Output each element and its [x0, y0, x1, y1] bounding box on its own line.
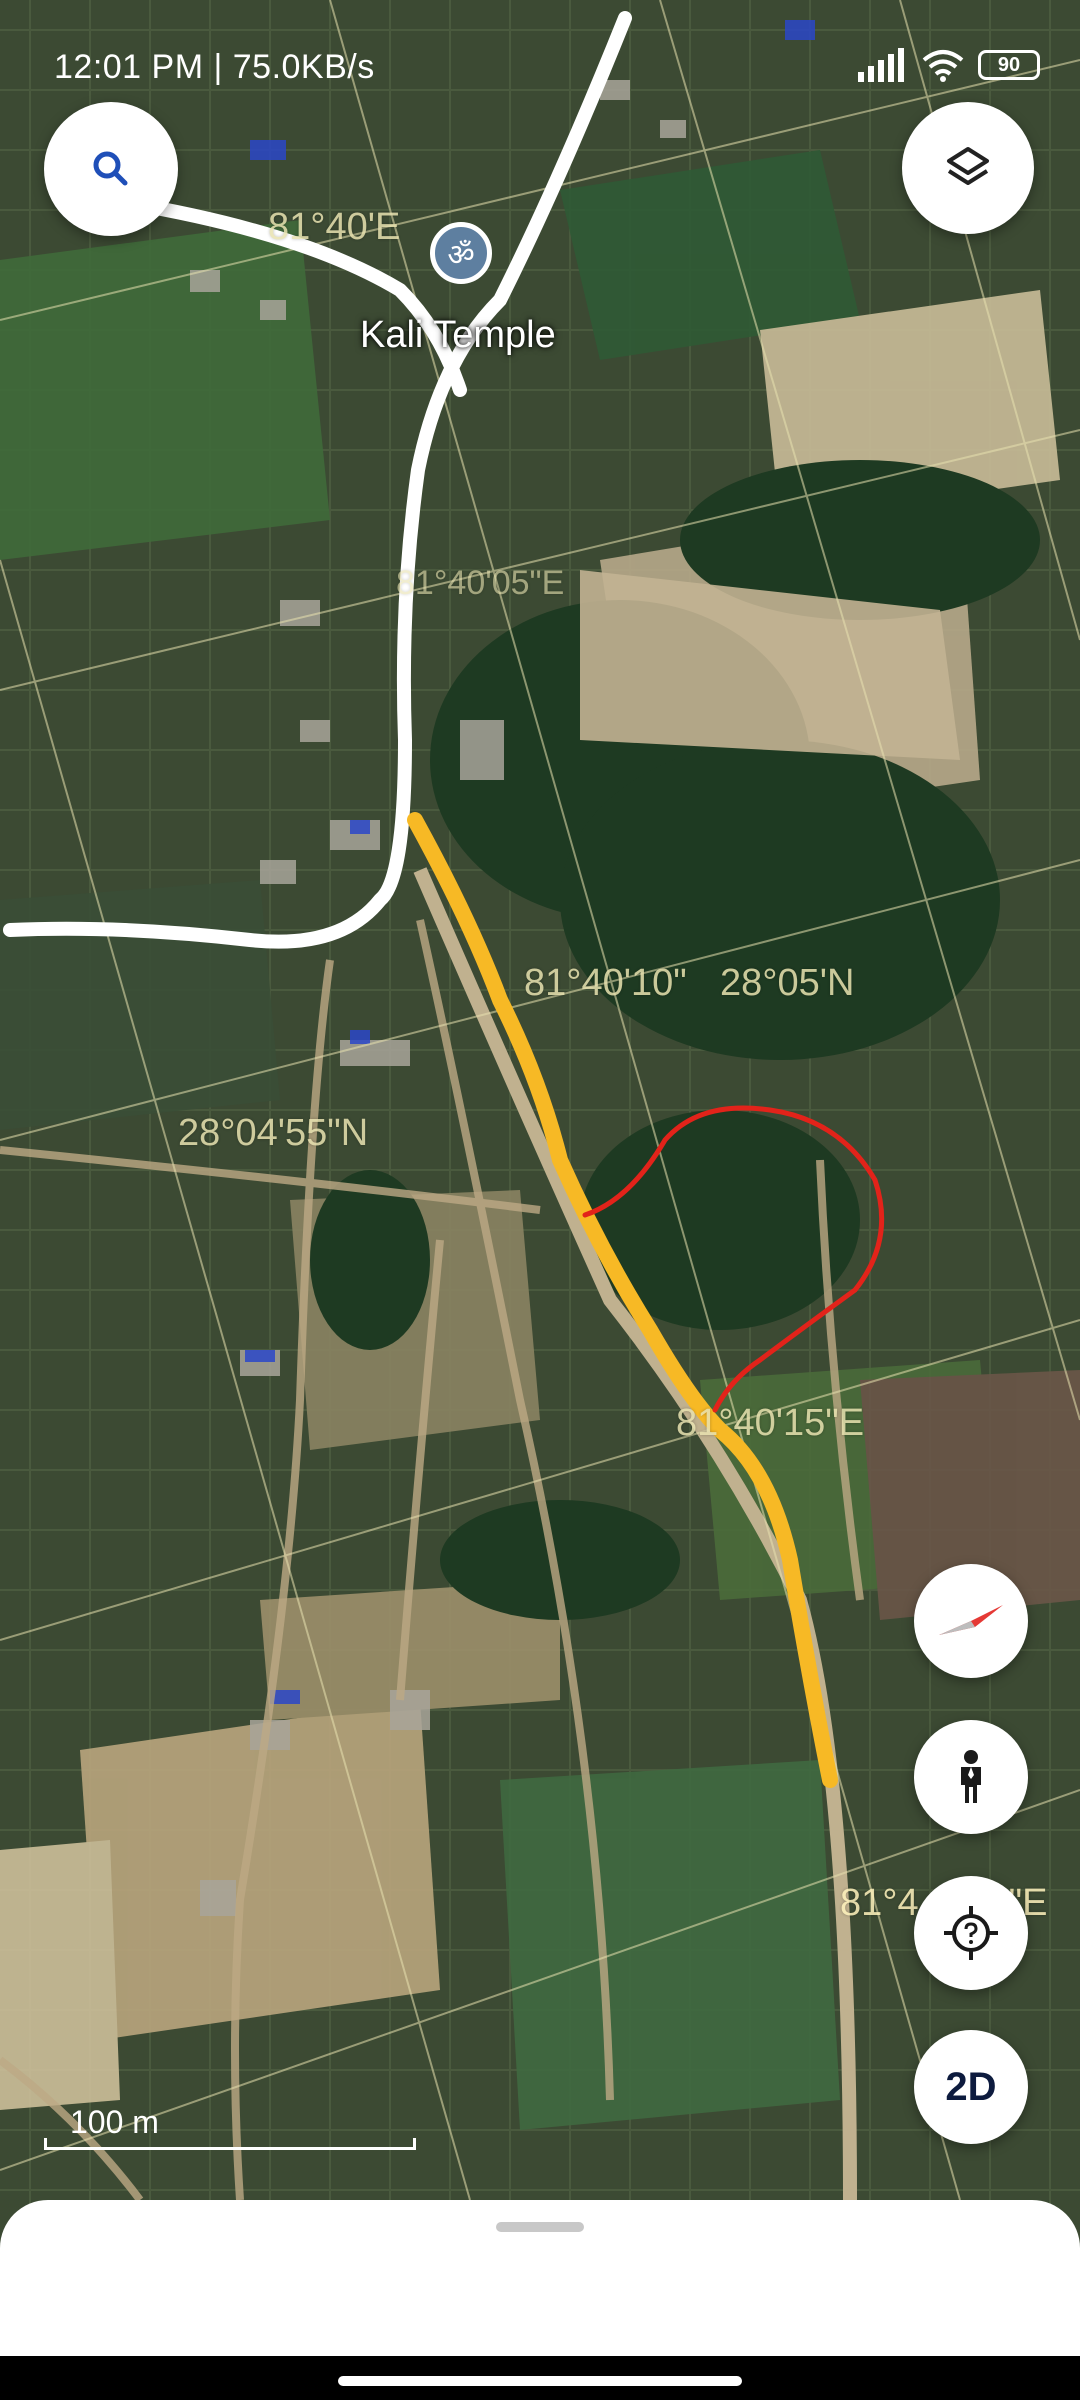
gps-locate-icon: [944, 1906, 998, 1960]
battery-indicator: 90: [978, 50, 1040, 80]
search-button[interactable]: [44, 102, 178, 236]
grid-label-lat-2: 28°04'55"N: [178, 1112, 369, 1154]
grid-label-lat-1: 28°05'N: [720, 962, 855, 1004]
poi-glyph: ॐ: [447, 238, 475, 272]
view-mode-2d-button[interactable]: 2D: [914, 2030, 1028, 2144]
compass-button[interactable]: [914, 1564, 1028, 1678]
home-gesture-pill[interactable]: [338, 2376, 742, 2386]
scale-label: 100 m: [70, 2104, 159, 2140]
status-bar: 12:01 PM | 75.0KB/s 90: [0, 0, 1080, 100]
wifi-icon: [922, 50, 964, 82]
person-icon: [961, 1750, 981, 1803]
scale-bar: [44, 2138, 416, 2150]
grid-label-lon-5-prefix: 81°4: [840, 1882, 919, 1924]
map-scale: 100 m: [44, 2104, 416, 2150]
bottom-sheet[interactable]: [0, 2200, 1080, 2356]
layers-icon: [947, 147, 989, 185]
sheet-drag-handle[interactable]: [496, 2222, 584, 2232]
layers-button[interactable]: [902, 102, 1034, 234]
poi-label-kali-temple[interactable]: Kali Temple: [360, 314, 556, 357]
locate-button[interactable]: [914, 1876, 1028, 1990]
street-view-button[interactable]: [914, 1720, 1028, 1834]
status-icons: 90: [856, 48, 1040, 82]
grid-label-lon-4: 81°40'15"E: [676, 1402, 865, 1444]
grid-label-lon-2: 81°40'05"E: [396, 564, 565, 602]
satellite-map[interactable]: [0, 0, 1080, 2400]
grid-label-lon-1: 81°40'E: [268, 206, 401, 248]
om-icon[interactable]: ॐ: [430, 222, 492, 284]
map-screen: 81°40'E 81°40'05"E 81°40'10" 28°05'N 28°…: [0, 0, 1080, 2400]
search-icon: [93, 151, 128, 186]
status-time-speed: 12:01 PM | 75.0KB/s: [54, 48, 375, 86]
compass-icon: [939, 1605, 1003, 1635]
signal-icon: [858, 48, 904, 82]
system-nav-bar: [0, 2356, 1080, 2400]
grid-label-lon-3: 81°40'10": [524, 962, 687, 1004]
